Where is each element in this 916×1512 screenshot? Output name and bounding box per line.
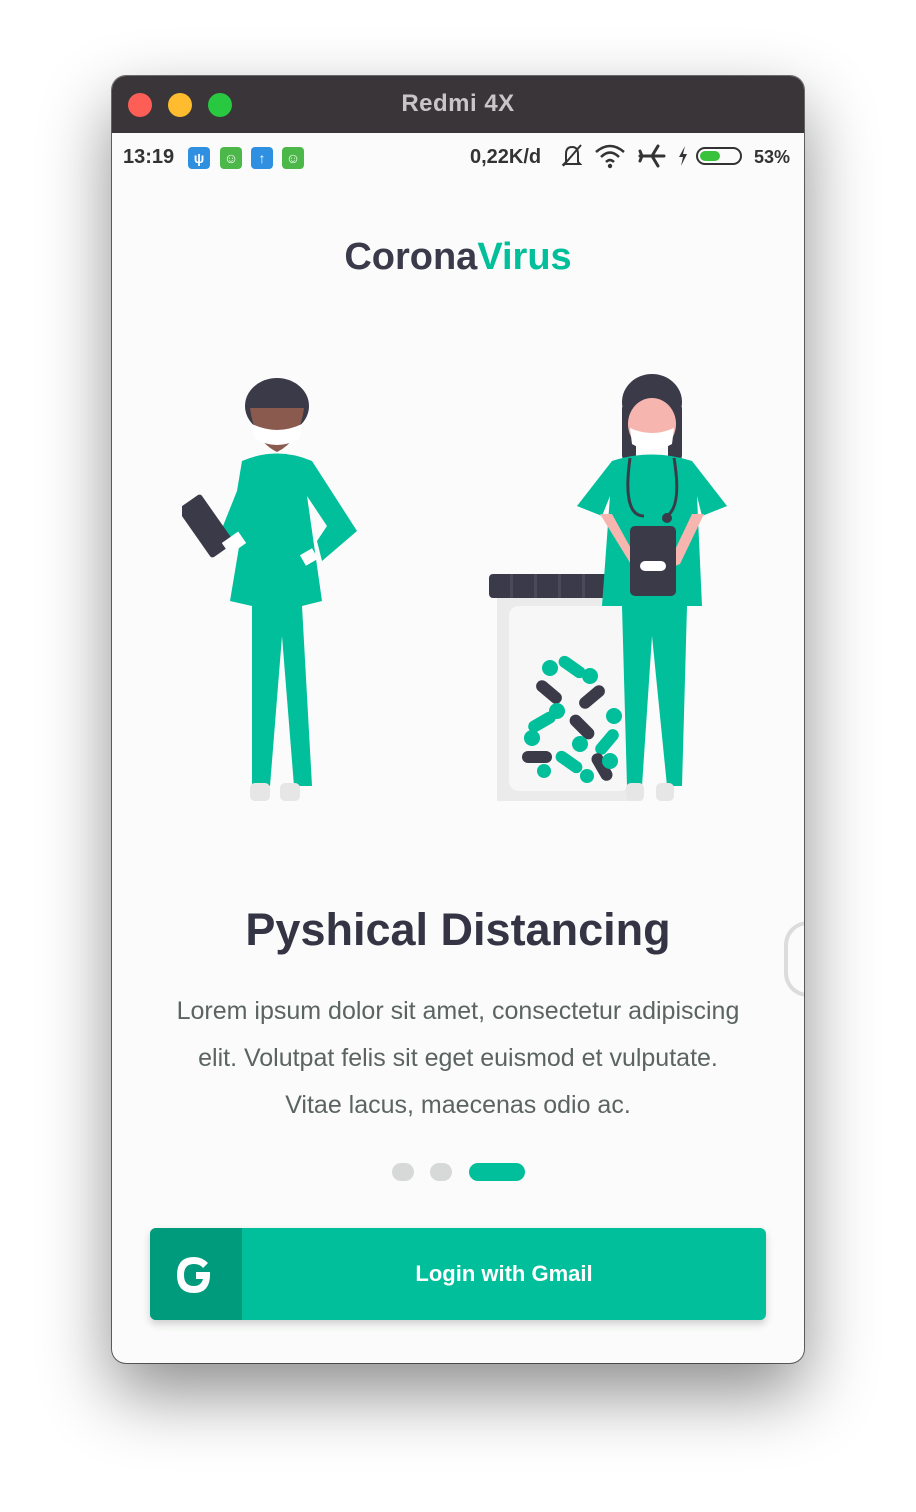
upload-icon: ↑: [251, 147, 273, 169]
slide-title: Pyshical Distancing: [245, 904, 671, 955]
pagination-dot-3-active[interactable]: [469, 1163, 525, 1181]
medical-staff-illustration: [182, 374, 727, 801]
mic-icon: ψ: [188, 147, 210, 169]
status-bar: 13:19 ψ ☺ ↑ ☺ 0,22K/d 53%: [112, 133, 804, 181]
android-icon: ☺: [220, 147, 242, 169]
battery-icon: [696, 147, 742, 165]
login-button-label: Login with Gmail: [415, 1261, 593, 1286]
android-icon: ☺: [282, 147, 304, 169]
network-speed: 0,22K/d: [470, 146, 542, 168]
brand-part-2: Virus: [477, 236, 572, 278]
battery-percent: 53%: [754, 147, 791, 167]
slide-description: Lorem ipsum dolor sit amet, consectetur …: [176, 997, 740, 1119]
status-time: 13:19: [123, 146, 175, 168]
app-brand-title: CoronaVirus: [112, 236, 804, 279]
mute-bell-icon: [561, 144, 583, 167]
window-title: Redmi 4X: [401, 90, 515, 117]
google-icon-block: [150, 1228, 242, 1320]
pagination-dot-2[interactable]: [430, 1163, 452, 1181]
airplane-mode-icon: [638, 144, 666, 168]
edge-swipe-handle[interactable]: [784, 921, 804, 997]
battery-level: [700, 151, 720, 161]
nurse-with-clipboard-figure: [182, 378, 357, 801]
window-titlebar: Redmi 4X: [112, 76, 804, 133]
pagination-dot-1[interactable]: [392, 1163, 414, 1181]
charging-icon: [679, 146, 687, 166]
brand-part-1: Corona: [344, 236, 478, 278]
wifi-icon: [595, 144, 625, 169]
app-window: Redmi 4X 13:19 ψ ☺ ↑ ☺ 0,22K/d 53% Coron…: [112, 76, 804, 1363]
login-with-gmail-button[interactable]: Login with Gmail: [150, 1228, 766, 1320]
google-g-icon: [177, 1257, 211, 1293]
